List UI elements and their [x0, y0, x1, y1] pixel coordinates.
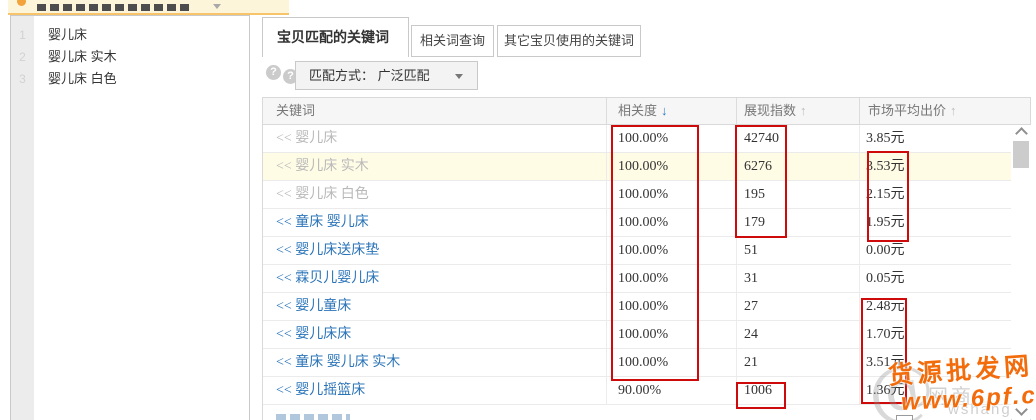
table-row-highlighted: << 婴儿床 实木 100.00% 6276 3.53元: [263, 153, 1011, 181]
tab-related-word-query[interactable]: 相关词查询: [411, 25, 494, 57]
table-header-row: 关键词 相关度↓ 展现指数↑ 市场平均出价↑: [263, 97, 1030, 125]
table-row-clipped: [263, 405, 1011, 420]
sidebar-item-keyword-1[interactable]: 1 婴儿床: [11, 24, 249, 46]
chevron-down-icon: [455, 74, 463, 79]
table-row: << 婴儿床床 100.00% 24 1.70元: [263, 321, 1011, 349]
keyword-label: 婴儿床 白色: [48, 68, 117, 90]
keyword-label: 婴儿床 实木: [48, 46, 117, 68]
help-icon[interactable]: ?: [266, 65, 281, 80]
table-row: << 童床 婴儿床 实木 100.00% 21 3.51元: [263, 349, 1011, 377]
sort-desc-icon: ↓: [661, 103, 668, 118]
keyword-link[interactable]: << 童床 婴儿床: [276, 209, 601, 236]
column-divider: [606, 98, 607, 124]
tab-matched-keywords[interactable]: 宝贝匹配的关键词?: [262, 17, 409, 57]
table-row: << 婴儿床 白色 100.00% 195 2.15元: [263, 181, 1011, 209]
price-cell: 3.53元: [866, 153, 905, 180]
price-cell: 2.15元: [866, 181, 905, 208]
scroll-up-button[interactable]: [1011, 125, 1031, 139]
line-number: 2: [11, 46, 34, 68]
column-header-avg-price-sort[interactable]: 市场平均出价↑: [868, 98, 957, 124]
relevance-cell: 100.00%: [618, 237, 668, 264]
impressions-cell: 1006: [744, 377, 772, 404]
tab-other-item-keywords[interactable]: 其它宝贝使用的关键词: [497, 25, 641, 57]
price-cell: 0.00元: [866, 237, 905, 264]
impressions-cell: 21: [744, 349, 758, 376]
impressions-cell: 195: [744, 181, 765, 208]
chevron-down-icon: [1015, 403, 1028, 416]
keyword-cell: << 婴儿床: [276, 125, 601, 152]
keyword-link[interactable]: << 霖贝儿婴儿床: [276, 265, 601, 292]
keyword-list: 1 婴儿床 2 婴儿床 实木 3 婴儿床 白色: [11, 24, 249, 90]
notice-dot-icon: [17, 0, 26, 6]
keyword-table: 关键词 相关度↓ 展现指数↑ 市场平均出价↑ << 婴儿床 100.00% 42…: [262, 97, 1031, 420]
line-number: 1: [11, 24, 34, 46]
clipped-price-text: [896, 415, 913, 420]
price-cell: 1.36元: [866, 377, 905, 404]
sidebar-item-keyword-2[interactable]: 2 婴儿床 实木: [11, 46, 249, 68]
line-number: 3: [11, 68, 34, 90]
table-row: << 婴儿床 100.00% 42740 3.85元: [263, 125, 1011, 153]
tab-label: 相关词查询: [420, 33, 485, 48]
relevance-cell: 100.00%: [618, 153, 668, 180]
impressions-cell: 31: [744, 265, 758, 292]
vertical-scrollbar[interactable]: [1011, 125, 1031, 419]
keyword-analysis-screen: 1 婴儿床 2 婴儿床 实木 3 婴儿床 白色 宝贝匹配的关键词? 相关词查询 …: [0, 0, 1036, 420]
table-row: << 婴儿床送床垫 100.00% 51 0.00元: [263, 237, 1011, 265]
query-keyword-list: 1 婴儿床 2 婴儿床 实木 3 婴儿床 白色: [10, 15, 250, 420]
clipped-notice-banner: [8, 0, 289, 15]
price-cell: 1.70元: [866, 321, 905, 348]
relevance-cell: 100.00%: [618, 209, 668, 236]
impressions-cell: 27: [744, 293, 758, 320]
keyword-link[interactable]: << 婴儿摇篮床: [276, 377, 601, 404]
table-row: << 婴儿摇篮床 90.00% 1006 1.36元: [263, 377, 1011, 405]
table-row: << 霖贝儿婴儿床 100.00% 31 0.05元: [263, 265, 1011, 293]
scroll-down-button[interactable]: [1011, 405, 1031, 419]
sidebar-item-keyword-3[interactable]: 3 婴儿床 白色: [11, 68, 249, 90]
price-cell: 3.85元: [866, 125, 905, 152]
table-body: << 婴儿床 100.00% 42740 3.85元 << 婴儿床 实木 100…: [263, 125, 1012, 420]
price-cell: 3.51元: [866, 349, 905, 376]
banner-caret-icon: [213, 4, 221, 9]
keyword-link[interactable]: << 童床 婴儿床 实木: [276, 349, 601, 376]
relevance-cell: 100.00%: [618, 349, 668, 376]
sort-asc-icon: ↑: [800, 103, 807, 118]
tab-label: 宝贝匹配的关键词: [277, 29, 389, 45]
scrollbar-thumb[interactable]: [1013, 141, 1029, 168]
price-cell: 0.05元: [866, 265, 905, 292]
impressions-cell: 24: [744, 321, 758, 348]
keyword-cell: << 婴儿床 实木: [276, 153, 601, 180]
price-cell: 2.48元: [866, 293, 905, 320]
keyword-link[interactable]: << 婴儿床床: [276, 321, 601, 348]
column-header-relevance-sort[interactable]: 相关度↓: [618, 98, 668, 124]
relevance-cell: 100.00%: [618, 321, 668, 348]
match-mode-dropdown[interactable]: 匹配方式： 广泛匹配: [295, 61, 478, 90]
impressions-cell: 179: [744, 209, 765, 236]
relevance-cell: 100.00%: [618, 181, 668, 208]
impressions-cell: 51: [744, 237, 758, 264]
column-header-keyword: 关键词: [276, 98, 315, 124]
column-divider: [859, 98, 860, 124]
impressions-cell: 6276: [744, 153, 772, 180]
relevance-cell: 100.00%: [618, 265, 668, 292]
clipped-keyword-text: [276, 414, 350, 420]
table-row: << 童床 婴儿床 100.00% 179 1.95元: [263, 209, 1011, 237]
keyword-link[interactable]: << 婴儿床送床垫: [276, 237, 601, 264]
relevance-cell: 100.00%: [618, 293, 668, 320]
keyword-label: 婴儿床: [48, 24, 87, 46]
column-header-impressions-sort[interactable]: 展现指数↑: [744, 98, 807, 124]
relevance-cell: 100.00%: [618, 125, 668, 152]
chevron-up-icon: [1015, 127, 1028, 140]
sort-asc-icon: ↑: [950, 103, 957, 118]
tab-label: 其它宝贝使用的关键词: [504, 33, 634, 48]
relevance-cell: 90.00%: [618, 377, 661, 404]
keyword-cell: << 婴儿床 白色: [276, 181, 601, 208]
keyword-link[interactable]: << 婴儿童床: [276, 293, 601, 320]
impressions-cell: 42740: [744, 125, 779, 152]
match-mode-label: 匹配方式： 广泛匹配: [309, 68, 430, 83]
price-cell: 1.95元: [866, 209, 905, 236]
column-divider: [736, 98, 737, 124]
clipped-banner-text: [37, 4, 189, 11]
table-row: << 婴儿童床 100.00% 27 2.48元: [263, 293, 1011, 321]
